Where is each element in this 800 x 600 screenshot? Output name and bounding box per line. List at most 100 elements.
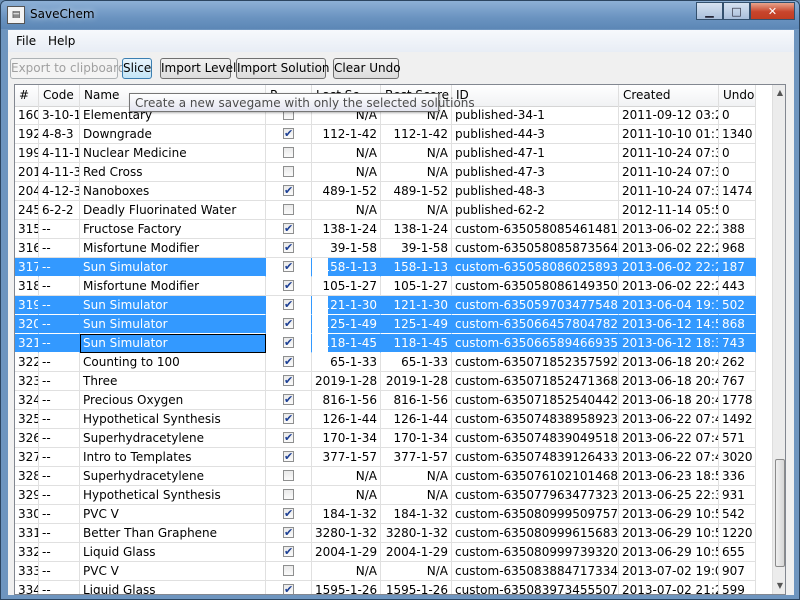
table-row[interactable]: 316--Misfortune Modifier39-1-5839-1-58cu… [15, 239, 756, 258]
table-row[interactable]: 322--Counting to 10065-1-3365-1-33custom… [15, 353, 756, 372]
table-row[interactable]: 331--Better Than Graphene 3280-1-323280-1… [15, 524, 756, 543]
publish-checkbox[interactable] [283, 182, 294, 200]
cell-publish-checkbox[interactable] [266, 410, 312, 429]
cell-publish-checkbox[interactable] [266, 277, 312, 296]
export-to-clipboard-button[interactable]: Export to clipboard [10, 58, 126, 79]
publish-checkbox[interactable] [283, 334, 294, 352]
publish-checkbox[interactable] [283, 410, 294, 428]
publish-checkbox[interactable] [283, 489, 294, 500]
import-level-button[interactable]: Import Level [160, 58, 236, 79]
publish-checkbox[interactable] [283, 220, 294, 238]
publish-checkbox[interactable] [283, 391, 294, 409]
scrollbar-thumb[interactable] [775, 459, 785, 567]
table-row[interactable]: 326--Superhydracetylene170-1-34170-1-34c… [15, 429, 756, 448]
solutions-grid[interactable]: # Code Name P Last Sc Best Score ID Crea… [14, 84, 786, 595]
cell-publish-checkbox[interactable] [266, 182, 312, 201]
publish-checkbox[interactable] [283, 543, 294, 561]
cell-publish-checkbox[interactable] [266, 391, 312, 410]
publish-checkbox[interactable] [283, 353, 294, 371]
cell-publish-checkbox[interactable] [266, 486, 312, 505]
cell-publish-checkbox[interactable] [266, 220, 312, 239]
cell-last-score: 138-1-24 [312, 220, 381, 239]
table-row[interactable]: 329 -- Hypothetical Synthesis N/A N/A custom-… [15, 486, 756, 505]
cell-publish-checkbox[interactable] [266, 505, 312, 524]
table-row[interactable]: 320--Sun Simulator125-1-49125-1-49custom… [15, 315, 756, 334]
table-row[interactable]: 318--Misfortune Modifier 105-1-27105-1-27… [15, 277, 756, 296]
publish-checkbox[interactable] [283, 258, 294, 276]
publish-checkbox[interactable] [283, 166, 294, 177]
col-header-code[interactable]: Code [39, 85, 80, 106]
cell-publish-checkbox[interactable] [266, 144, 312, 163]
table-row[interactable]: 327--Intro to Templates377-1-57377-1-57c… [15, 448, 756, 467]
table-row[interactable]: 325--Hypothetical Synthesis 126-1-44126-1… [15, 410, 756, 429]
app-icon[interactable]: ▤ [7, 6, 25, 24]
table-row[interactable]: 328 -- Superhydracetylene N/A N/A custom-6350… [15, 467, 756, 486]
clear-undo-button[interactable]: Clear Undo [333, 58, 401, 79]
cell-publish-checkbox[interactable] [266, 258, 312, 277]
publish-checkbox[interactable] [283, 565, 294, 576]
cell-code: -- [39, 524, 80, 543]
table-row[interactable]: 201 4-11-3 Red Cross N/A N/A published-47-3 20… [15, 163, 756, 182]
publish-checkbox[interactable] [283, 147, 294, 158]
cell-publish-checkbox[interactable] [266, 429, 312, 448]
minimize-icon[interactable]: ▁ [696, 2, 723, 20]
table-row[interactable]: 332--Liquid Glass2004-1-292004-1-29custo… [15, 543, 756, 562]
cell-publish-checkbox[interactable] [266, 467, 312, 486]
cell-publish-checkbox[interactable] [266, 372, 312, 391]
publish-checkbox[interactable] [283, 470, 294, 481]
col-header-num[interactable]: # [15, 85, 39, 106]
publish-checkbox[interactable] [283, 524, 294, 542]
maximize-icon[interactable]: □ [723, 2, 750, 20]
scroll-up-icon[interactable]: ▲ [775, 86, 785, 100]
col-header-undo[interactable]: Undo [719, 85, 756, 106]
table-row[interactable]: 319--Sun Simulator121-1-30121-1-30custom… [15, 296, 756, 315]
col-header-created[interactable]: Created [619, 85, 719, 106]
cell-publish-checkbox[interactable] [266, 315, 312, 334]
import-solution-button[interactable]: Import Solution [236, 58, 330, 79]
cell-publish-checkbox[interactable] [266, 562, 312, 581]
publish-checkbox[interactable] [283, 372, 294, 390]
scroll-down-icon[interactable]: ▼ [775, 579, 785, 593]
table-row[interactable]: 2044-12-3Nanoboxes489-1-52489-1-52publis… [15, 182, 756, 201]
cell-publish-checkbox[interactable] [266, 353, 312, 372]
publish-checkbox[interactable] [283, 505, 294, 523]
table-row[interactable]: 321--Sun Simulator118-1-45118-1-45custom… [15, 334, 756, 353]
publish-checkbox[interactable] [283, 125, 294, 143]
menu-help[interactable]: Help [48, 34, 75, 48]
cell-publish-checkbox[interactable] [266, 543, 312, 562]
cell-id: custom-635080999739320364 [452, 543, 619, 562]
table-row[interactable]: 324--Precious Oxygen816-1-56816-1-56cust… [15, 391, 756, 410]
publish-checkbox[interactable] [283, 429, 294, 447]
col-header-id[interactable]: ID [452, 85, 619, 106]
cell-publish-checkbox[interactable] [266, 239, 312, 258]
menu-file[interactable]: File [16, 34, 36, 48]
publish-checkbox[interactable] [283, 315, 294, 333]
table-row[interactable]: 1924-8-3Downgrade112-1-42112-1-42publish… [15, 125, 756, 144]
cell-publish-checkbox[interactable] [266, 201, 312, 220]
cell-publish-checkbox[interactable] [266, 581, 312, 594]
table-row[interactable]: 334--Liquid Glass1595-1-261595-1-26custo… [15, 581, 756, 594]
cell-publish-checkbox[interactable] [266, 296, 312, 315]
publish-checkbox[interactable] [283, 239, 294, 257]
vertical-scrollbar[interactable]: ▲ ▼ [772, 85, 785, 594]
cell-publish-checkbox[interactable] [266, 448, 312, 467]
table-row[interactable]: 323--Three2019-1-282019-1-28custom-63507… [15, 372, 756, 391]
table-row[interactable]: 317--Sun Simulator158-1-13158-1-13custom… [15, 258, 756, 277]
cell-publish-checkbox[interactable] [266, 524, 312, 543]
title-bar[interactable]: ▤ SaveChem ▁ □ ✕ [1, 1, 799, 29]
cell-publish-checkbox[interactable] [266, 163, 312, 182]
table-row[interactable]: 315--Fructose Factory138-1-24138-1-24cus… [15, 220, 756, 239]
table-row[interactable]: 330--PVC V184-1-32184-1-32custom-6350809… [15, 505, 756, 524]
close-icon[interactable]: ✕ [750, 2, 795, 20]
publish-checkbox[interactable] [283, 204, 294, 215]
table-row[interactable]: 245 6-2-2 Deadly Fluorinated Water N/A N/A pu… [15, 201, 756, 220]
table-row[interactable]: 199 4-11-1 Nuclear Medicine N/A N/A published… [15, 144, 756, 163]
publish-checkbox[interactable] [283, 581, 294, 594]
publish-checkbox[interactable] [283, 448, 294, 466]
slice-button[interactable]: Slice [122, 58, 152, 79]
publish-checkbox[interactable] [283, 277, 294, 295]
table-row[interactable]: 333--PVC VN/AN/Acustom-63508388471733468… [15, 562, 756, 581]
publish-checkbox[interactable] [283, 296, 294, 314]
cell-publish-checkbox[interactable] [266, 125, 312, 144]
cell-publish-checkbox[interactable] [266, 334, 312, 353]
